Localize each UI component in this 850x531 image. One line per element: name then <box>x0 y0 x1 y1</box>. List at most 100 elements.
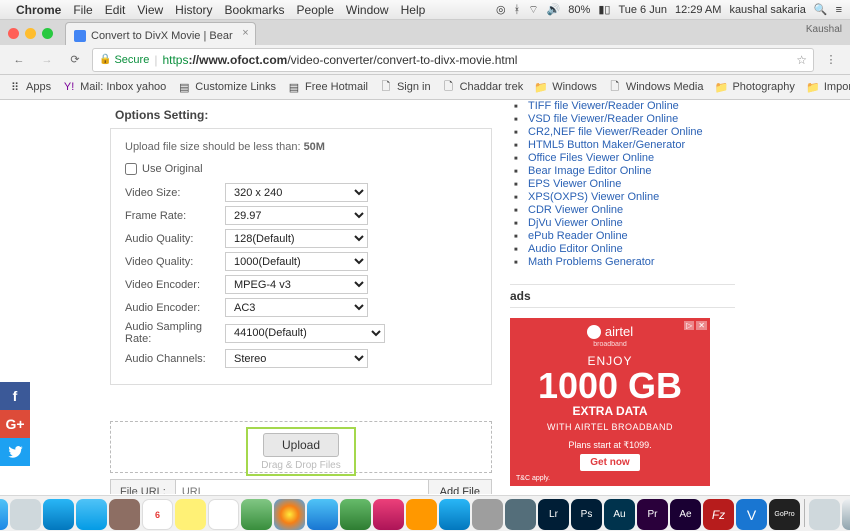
notification-center-icon[interactable]: ≡ <box>836 4 842 16</box>
dock-launchpad[interactable] <box>10 499 41 530</box>
bookmark-mail[interactable]: Y!Mail: Inbox yahoo <box>62 80 166 94</box>
wifi-icon[interactable]: ⌔ <box>528 3 538 17</box>
apps-shortcut[interactable]: ⠿Apps <box>8 80 51 94</box>
dock-calendar[interactable]: 6 <box>142 499 173 530</box>
dock-itunes[interactable] <box>373 499 404 530</box>
sidebar-link[interactable]: CDR Viewer Online <box>528 204 623 216</box>
dock-gopro[interactable]: GoPro <box>769 499 800 530</box>
back-button[interactable]: ← <box>8 49 30 71</box>
address-bar[interactable]: 🔒Secure | https://www.ofoct.com/video-co… <box>92 48 814 72</box>
dock-ibooks[interactable] <box>406 499 437 530</box>
ad-banner[interactable]: ▷✕ airtel broadband ENJOY 1000 GB EXTRA … <box>510 318 710 486</box>
bookmark-windows[interactable]: 📁Windows <box>534 80 597 94</box>
window-zoom[interactable] <box>42 28 53 39</box>
menu-edit[interactable]: Edit <box>105 3 126 17</box>
file-url-input[interactable] <box>176 480 428 494</box>
menu-view[interactable]: View <box>137 3 163 17</box>
battery-icon[interactable]: ▮▯ <box>598 3 610 16</box>
dock-safari[interactable] <box>43 499 74 530</box>
audio-sampling-select[interactable]: 44100(Default) <box>225 324 385 343</box>
sidebar-link[interactable]: CR2,NEF file Viewer/Reader Online <box>528 126 703 138</box>
browser-tab[interactable]: Convert to DivX Movie | Bear × <box>65 22 256 45</box>
adchoices-icon[interactable]: ▷✕ <box>684 321 707 330</box>
dock-mail[interactable] <box>76 499 107 530</box>
dock-trash[interactable] <box>842 499 850 530</box>
app-menu[interactable]: Chrome <box>16 3 61 17</box>
ad-cta-button[interactable]: Get now <box>580 454 639 471</box>
use-original-checkbox[interactable] <box>125 163 137 175</box>
dock-sysprefs[interactable] <box>472 499 503 530</box>
menu-people[interactable]: People <box>297 3 334 17</box>
dock-photos[interactable] <box>274 499 305 530</box>
spotlight-icon[interactable]: 🔍 <box>814 3 828 16</box>
window-close[interactable] <box>8 28 19 39</box>
dock-facetime[interactable] <box>340 499 371 530</box>
facebook-share[interactable]: f <box>0 382 30 410</box>
sidebar-link[interactable]: Bear Image Editor Online <box>528 165 652 177</box>
upload-dropzone[interactable]: Upload Drag & Drop Files <box>110 421 492 473</box>
bookmark-hotmail[interactable]: ▤Free Hotmail <box>287 80 368 94</box>
dock-premiere[interactable]: Pr <box>637 499 668 530</box>
bookmark-customize[interactable]: ▤Customize Links <box>177 80 276 94</box>
bookmark-chaddar[interactable]: 🗋Chaddar trek <box>442 80 524 94</box>
menu-history[interactable]: History <box>175 3 212 17</box>
dock-contacts[interactable] <box>109 499 140 530</box>
dock-filezilla[interactable]: Fz <box>703 499 734 530</box>
audio-quality-select[interactable]: 128(Default) <box>225 229 368 248</box>
dock-mamp[interactable] <box>505 499 536 530</box>
frame-rate-select[interactable]: 29.97 <box>225 206 368 225</box>
googleplus-share[interactable]: G+ <box>0 410 30 438</box>
dock-reminders[interactable] <box>208 499 239 530</box>
menubar-user[interactable]: kaushal sakaria <box>729 4 805 16</box>
status-circle-icon[interactable]: ◎ <box>496 3 506 16</box>
menu-file[interactable]: File <box>73 3 92 17</box>
sidebar-link[interactable]: TIFF file Viewer/Reader Online <box>528 100 679 112</box>
sidebar-link[interactable]: EPS Viewer Online <box>528 178 621 190</box>
bookmark-winmedia[interactable]: 🗋Windows Media <box>608 80 704 94</box>
chrome-profile[interactable]: Kaushal <box>806 24 842 35</box>
dock-vlc[interactable]: V <box>736 499 767 530</box>
dock-lightroom[interactable]: Lr <box>538 499 569 530</box>
bookmark-imported[interactable]: 📁Imported From IE <box>806 80 850 94</box>
dock-aftereffects[interactable]: Ae <box>670 499 701 530</box>
dock-appstore[interactable] <box>439 499 470 530</box>
sidebar-link[interactable]: Math Problems Generator <box>528 256 655 268</box>
tab-close-icon[interactable]: × <box>242 27 248 39</box>
menu-window[interactable]: Window <box>346 3 389 17</box>
dock-maps[interactable] <box>241 499 272 530</box>
video-size-select[interactable]: 320 x 240 <box>225 183 368 202</box>
menubar-date[interactable]: Tue 6 Jun <box>618 4 667 16</box>
add-file-button[interactable]: Add File <box>428 480 491 494</box>
reload-button[interactable]: ⟳ <box>64 49 86 71</box>
dock-photoshop[interactable]: Ps <box>571 499 602 530</box>
sidebar-link[interactable]: XPS(OXPS) Viewer Online <box>528 191 659 203</box>
menubar-time[interactable]: 12:29 AM <box>675 4 721 16</box>
bookmark-star-icon[interactable]: ☆ <box>796 53 807 67</box>
bluetooth-icon[interactable]: ᚼ <box>514 4 521 16</box>
menu-help[interactable]: Help <box>401 3 426 17</box>
audio-channels-select[interactable]: Stereo <box>225 349 368 368</box>
sidebar-link[interactable]: DjVu Viewer Online <box>528 217 623 229</box>
video-encoder-select[interactable]: MPEG-4 v3 <box>225 275 368 294</box>
volume-icon[interactable]: 🔊 <box>547 3 561 16</box>
dock-downloads[interactable] <box>809 499 840 530</box>
dock-messages[interactable] <box>307 499 338 530</box>
menu-bookmarks[interactable]: Bookmarks <box>225 3 285 17</box>
audio-encoder-select[interactable]: AC3 <box>225 298 368 317</box>
window-minimize[interactable] <box>25 28 36 39</box>
dock-finder[interactable] <box>0 499 8 530</box>
sidebar-link[interactable]: HTML5 Button Maker/Generator <box>528 139 685 151</box>
sidebar-link[interactable]: Audio Editor Online <box>528 243 623 255</box>
sidebar-link[interactable]: ePub Reader Online <box>528 230 628 242</box>
sidebar-link[interactable]: Office Files Viewer Online <box>528 152 654 164</box>
dock-audition[interactable]: Au <box>604 499 635 530</box>
chrome-menu-icon[interactable]: ⋮ <box>820 49 842 71</box>
bookmark-signin[interactable]: 🗋Sign in <box>379 80 431 94</box>
forward-button: → <box>36 49 58 71</box>
upload-button[interactable]: Upload <box>263 433 339 457</box>
video-quality-select[interactable]: 1000(Default) <box>225 252 368 271</box>
twitter-share[interactable] <box>0 438 30 466</box>
dock-notes[interactable] <box>175 499 206 530</box>
sidebar-link[interactable]: VSD file Viewer/Reader Online <box>528 113 678 125</box>
bookmark-photography[interactable]: 📁Photography <box>714 80 794 94</box>
